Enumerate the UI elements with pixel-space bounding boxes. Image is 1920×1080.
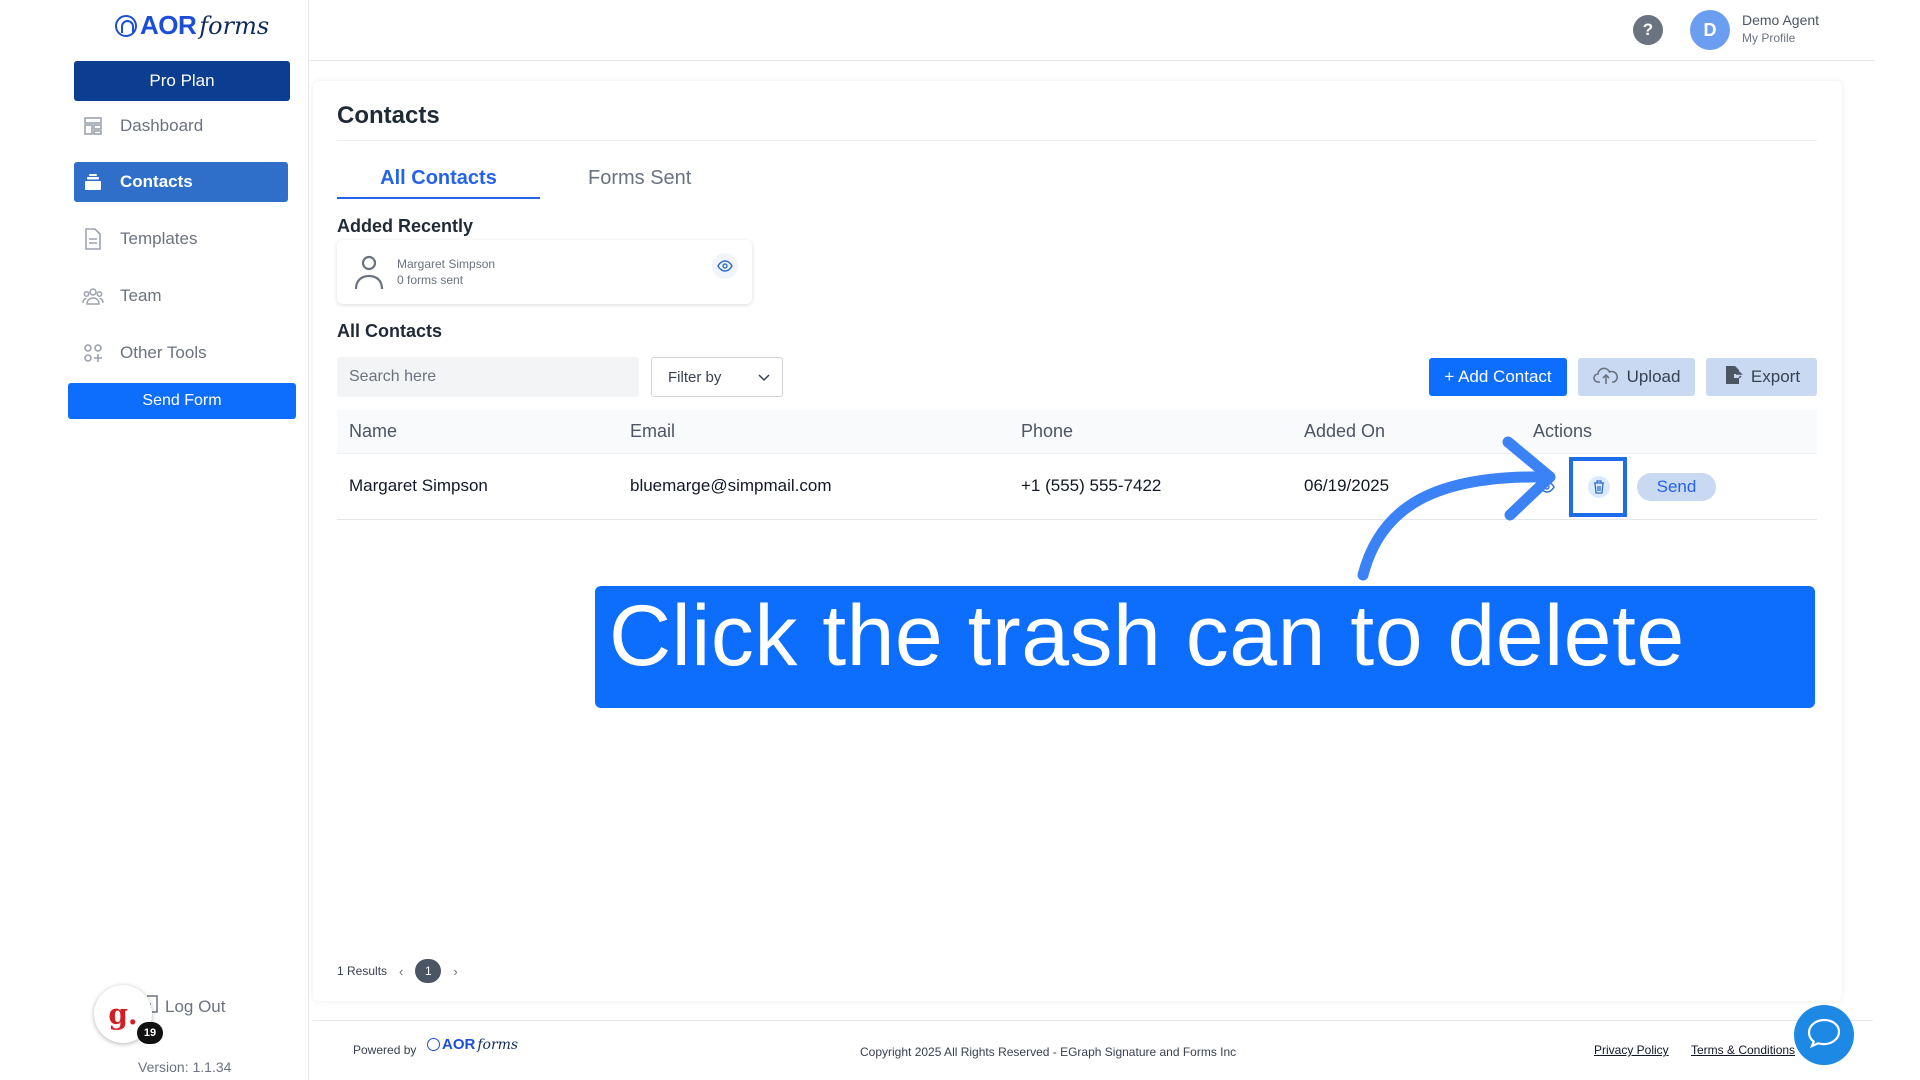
cloud-upload-icon [1592,365,1619,390]
contacts-icon [82,171,104,193]
export-label: Export [1750,367,1801,386]
eye-icon[interactable] [712,253,738,279]
contact-email: bluemarge@simpmail.com [630,476,832,495]
logo-forms-text: forms [199,11,270,40]
pagination: 1 Results ‹ 1 › [337,959,458,983]
column-header-name[interactable]: Name [349,421,397,442]
logo-mark-icon [115,14,137,37]
user-name[interactable]: Demo Agent [1742,12,1819,28]
next-page-icon[interactable]: › [453,964,457,979]
contact-name[interactable]: Margaret Simpson [349,476,488,496]
powered-by-label: Powered by [353,1043,417,1057]
person-icon [353,254,385,290]
tutorial-callout: Click the trash can to delete [595,586,1815,708]
column-header-email[interactable]: Email [630,421,675,442]
export-button[interactable]: Export [1706,358,1817,396]
avatar[interactable]: D [1690,10,1730,50]
annotation-arrow-icon [1357,436,1556,581]
add-contact-button[interactable]: + Add Contact [1429,358,1567,396]
sidebar-item-label: Team [120,286,162,305]
privacy-policy-link[interactable]: Privacy Policy [1594,1043,1669,1057]
upload-label: Upload [1626,367,1681,386]
logout-link[interactable]: Log Out [145,995,226,1018]
footer-logo: AOR forms [427,1036,518,1053]
sidebar-item-other-tools[interactable]: Other Tools [74,333,288,373]
sidebar-item-team[interactable]: Team [74,276,288,316]
chat-bubble-icon [1807,1018,1841,1053]
sidebar-item-label: Other Tools [120,343,207,362]
aorforms-logo[interactable]: AOR forms [115,10,269,41]
all-contacts-heading: All Contacts [337,321,443,341]
version-label: Version: 1.1.34 [138,1059,232,1075]
contacts-table-header: Name Email Phone Added On Actions [337,410,1817,454]
send-form-button[interactable]: Send Form [68,383,296,419]
contacts-card [313,81,1842,1001]
terms-link[interactable]: Terms & Conditions [1691,1043,1795,1057]
sidebar-item-dashboard[interactable]: Dashboard [74,106,288,146]
sidebar-item-templates[interactable]: Templates [74,219,288,259]
filter-label: Filter by [668,368,722,386]
sidebar-item-label: Contacts [120,172,193,191]
sidebar-item-contacts[interactable]: Contacts [74,162,288,202]
recent-contact-card[interactable]: Margaret Simpson 0 forms sent [337,240,752,304]
document-icon [82,228,104,250]
page-number-button[interactable]: 1 [415,959,442,983]
prev-page-icon[interactable]: ‹ [399,964,403,979]
chat-button[interactable] [1794,1005,1854,1065]
filter-dropdown[interactable]: Filter by [651,357,783,397]
tab-forms-sent[interactable]: Forms Sent [588,167,691,190]
recent-contact-name: Margaret Simpson [397,257,496,271]
divider [337,140,1817,141]
team-icon [82,285,104,307]
recent-contact-forms-count: 0 forms sent [397,273,464,287]
copyright-text: Copyright 2025 All Rights Reserved - EGr… [860,1045,1237,1059]
contact-phone: +1 (555) 555-7422 [1021,476,1162,495]
search-input[interactable] [337,357,639,397]
export-icon [1723,365,1743,390]
footer-logo-forms: forms [477,1036,519,1053]
my-profile-link[interactable]: My Profile [1742,31,1795,45]
sidebar-item-label: Dashboard [120,116,204,135]
added-recently-heading: Added Recently [337,216,474,236]
sidebar: AOR forms Pro Plan Dashboard Contacts Te… [0,0,309,1080]
pro-plan-button[interactable]: Pro Plan [74,61,290,101]
sidebar-item-label: Templates [120,229,198,248]
app-root: AOR forms Pro Plan Dashboard Contacts Te… [0,0,1920,1080]
upload-button[interactable]: Upload [1578,358,1695,396]
help-icon[interactable]: ? [1633,15,1663,45]
logo-mark-icon [427,1038,440,1051]
logo-aor-text: AOR [140,10,197,40]
send-button[interactable]: Send [1637,473,1716,501]
g2-notification-count: 19 [137,1022,163,1044]
logout-label: Log Out [165,996,226,1016]
footer-logo-aor: AOR [442,1036,476,1053]
column-header-phone[interactable]: Phone [1021,421,1073,442]
g2-letter: g. [108,997,138,1031]
tab-all-contacts[interactable]: All Contacts [337,167,540,199]
page-title: Contacts [337,102,440,129]
dashboard-icon [82,115,104,137]
results-count: 1 Results [337,964,388,978]
chevron-down-icon [758,369,770,386]
grid-plus-icon [82,342,104,364]
